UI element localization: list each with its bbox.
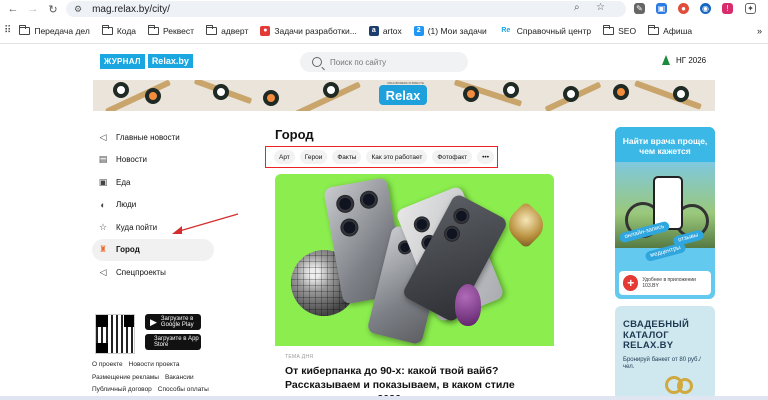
ad-doctor[interactable]: Найти врача проще, чем кажется онлайн-за… — [615, 127, 715, 299]
sidebar-item-food[interactable]: ▣ Еда — [92, 171, 214, 194]
footer-link[interactable]: Публичный договор — [92, 386, 152, 393]
ad-doctor-footer: + Удобнее в приложении 103.BY — [619, 271, 711, 295]
sidebar-item-city[interactable]: ♜ Город — [92, 238, 214, 261]
new-year-link[interactable]: НГ 2026 — [662, 55, 706, 65]
category-tags: Арт Герои Факты Как это работает Фотофак… — [265, 146, 498, 168]
sidebar-item-special-projects[interactable]: ◁ Спецпроекты — [92, 261, 214, 284]
newspaper-icon: ▤ — [98, 154, 108, 165]
tag-photofact[interactable]: Фотофакт — [432, 150, 473, 164]
ad-wedding-title: СВАДЕБНЫЙ КАТАЛОГ RELAX.BY — [623, 319, 690, 351]
page-title: Город — [275, 127, 314, 142]
qr-code — [95, 314, 135, 354]
folder-icon — [19, 24, 31, 35]
folder-icon — [206, 24, 218, 35]
food-icon: ▣ — [98, 176, 108, 187]
promo-banner[interactable]: ОБНОВЛЯЕМСЯ ВМЕСТЕ Relax — [93, 80, 715, 111]
folder-icon — [603, 24, 615, 35]
folder-icon — [101, 24, 113, 35]
footer-link[interactable]: Новости проекта — [129, 361, 180, 368]
search-input[interactable]: Поиск по сайту — [300, 52, 468, 72]
browser-toolbar: ← → ↻ ⚙ mag.relax.by/city/ ⌕ ☆ ✎ ▣ ● ◉ !… — [0, 0, 768, 18]
extension-icon[interactable]: ● — [678, 3, 689, 14]
folder-icon — [148, 24, 160, 35]
tag-how-it-works[interactable]: Как это работает — [366, 150, 428, 164]
site-info-icon[interactable]: ⚙ — [74, 4, 82, 15]
zoom-icon[interactable]: ⌕ — [574, 2, 580, 13]
back-icon[interactable]: ← — [6, 2, 20, 16]
ornament — [455, 284, 481, 326]
artox-icon: a — [368, 25, 379, 36]
bookmark-item[interactable]: 2 (1) Мои задачи — [413, 25, 487, 36]
bookmark-item[interactable]: ● Задачи разработки... — [260, 25, 357, 36]
tag-heroes[interactable]: Герои — [299, 150, 328, 164]
bookmark-star-icon[interactable]: ☆ — [596, 2, 605, 13]
extension-icon[interactable]: ! — [722, 3, 733, 14]
sidebar-item-main-news[interactable]: ◁ Главные новости — [92, 126, 214, 149]
app-store-button[interactable]: Загрузите в App Store — [145, 334, 201, 350]
site-logo[interactable]: ЖУРНАЛ Relax.by — [100, 53, 194, 69]
extension-icon[interactable]: ✎ — [634, 3, 645, 14]
url-text: mag.relax.by/city/ — [92, 3, 170, 15]
megaphone-icon: ◁ — [99, 266, 107, 277]
bookmark-item[interactable]: Кода — [101, 24, 136, 36]
footer-link[interactable]: О проекте — [92, 361, 123, 368]
extension-icon[interactable]: ◉ — [700, 3, 711, 14]
app-downloads: ▶ Загрузите в Google Play Загрузите в App… — [95, 314, 201, 354]
ad-doctor-title: Найти врача проще, чем кажется — [615, 127, 715, 162]
bookmark-item[interactable]: Re Справочный центр — [498, 25, 591, 36]
annotation-arrow — [172, 213, 239, 234]
footer-link[interactable]: Способы оплаты — [158, 386, 209, 393]
article-title[interactable]: От киберпанка до 90-х: какой твой вайб? … — [285, 364, 544, 400]
bookmark-item[interactable]: Афиша — [648, 24, 692, 36]
tree-icon — [662, 55, 670, 65]
address-bar[interactable]: ⚙ mag.relax.by/city/ ⌕ ☆ — [66, 1, 626, 17]
tag-art[interactable]: Арт — [274, 150, 295, 164]
ad-wedding-subtitle: Бронируй банкет от 80 руб./чел. — [623, 356, 701, 370]
play-icon: ▶ — [150, 316, 157, 327]
bookmark-item[interactable]: адверт — [206, 24, 248, 36]
tasks-icon: 2 — [413, 25, 424, 36]
tag-facts[interactable]: Факты — [332, 150, 362, 164]
medical-plus-icon: + — [623, 275, 639, 291]
horizontal-scrollbar[interactable] — [0, 396, 768, 400]
featured-article-card[interactable]: ТЕМА ДНЯ От киберпанка до 90-х: какой тв… — [275, 174, 554, 400]
more-tags-button[interactable]: ••• — [477, 150, 494, 164]
site-header: ЖУРНАЛ Relax.by Поиск по сайту НГ 2026 — [0, 44, 768, 80]
footer-link[interactable]: Размещение рекламы — [92, 374, 159, 381]
article-rubric: ТЕМА ДНЯ — [285, 354, 314, 360]
ornament — [501, 200, 551, 250]
article-image — [275, 174, 554, 346]
sidebar-nav: ◁ Главные новости ▤ Новости ▣ Еда ◐ Люди ☆ Ку… — [92, 126, 214, 284]
reload-icon[interactable]: ↻ — [46, 2, 60, 16]
extensions-puzzle-icon[interactable]: ✦ — [745, 3, 756, 14]
bookmark-item[interactable]: Реквест — [148, 24, 194, 36]
megaphone-icon: ◁ — [99, 131, 107, 142]
star-icon: ☆ — [98, 221, 108, 232]
google-play-button[interactable]: ▶ Загрузите в Google Play — [145, 314, 201, 330]
task-icon: ● — [260, 25, 271, 36]
folder-icon — [648, 24, 660, 35]
footer-link[interactable]: Вакансии — [165, 374, 194, 381]
banner-relax-logo: Relax — [379, 85, 427, 105]
footer-links: О проекте Новости проекта Размещение рекл… — [92, 359, 222, 397]
bookmark-item[interactable]: a artox — [368, 25, 402, 36]
bookmark-item[interactable]: Передача дел — [19, 24, 90, 36]
search-icon — [312, 57, 322, 67]
re-icon: Re — [498, 25, 513, 36]
apps-grid-icon[interactable]: ⠿ — [4, 25, 11, 36]
city-icon: ♜ — [98, 244, 108, 255]
more-bookmarks-icon[interactable]: » — [757, 26, 762, 36]
bookmark-item[interactable]: SEO — [603, 24, 636, 36]
sidebar-item-news[interactable]: ▤ Новости — [92, 149, 214, 172]
ad-wedding[interactable]: СВАДЕБНЫЙ КАТАЛОГ RELAX.BY Бронируй банк… — [615, 306, 715, 400]
forward-icon[interactable]: → — [26, 2, 40, 16]
bookmarks-bar: ⠿ Передача дел Кода Реквест адверт ● Зада… — [0, 18, 768, 44]
rings-icon — [677, 378, 693, 394]
people-icon: ◐ — [100, 199, 106, 210]
extension-icon[interactable]: ▣ — [656, 3, 667, 14]
